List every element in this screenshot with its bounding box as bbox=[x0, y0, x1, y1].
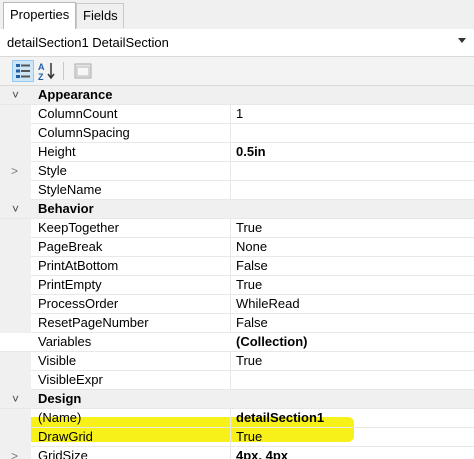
property-name: ColumnSpacing bbox=[38, 125, 130, 140]
property-value[interactable]: WhileRead bbox=[236, 295, 300, 314]
property-name: PrintEmpty bbox=[38, 277, 102, 292]
chevron-down-icon[interactable]: ˅ bbox=[12, 89, 19, 101]
toolbar-divider bbox=[63, 62, 64, 80]
property-name: VisibleExpr bbox=[38, 372, 103, 387]
category-label: Behavior bbox=[38, 201, 94, 216]
alphabetical-button[interactable]: A Z bbox=[36, 60, 58, 82]
property-row[interactable]: KeepTogether True bbox=[0, 219, 474, 238]
chevron-down-icon[interactable]: ˅ bbox=[12, 203, 19, 215]
property-toolbar: A Z bbox=[0, 57, 474, 86]
property-name: Height bbox=[38, 144, 76, 159]
property-name: ColumnCount bbox=[38, 106, 118, 121]
property-name: Visible bbox=[38, 353, 77, 368]
property-name: Variables bbox=[38, 334, 92, 349]
property-row[interactable]: Height 0.5in bbox=[0, 143, 474, 162]
property-row[interactable]: > Style bbox=[0, 162, 474, 181]
property-name: Style bbox=[38, 163, 67, 178]
property-value[interactable]: False bbox=[236, 257, 268, 276]
property-row[interactable]: ProcessOrder WhileRead bbox=[0, 295, 474, 314]
property-name: GridSize bbox=[38, 448, 88, 459]
chevron-right-icon[interactable]: > bbox=[11, 165, 18, 177]
property-row[interactable]: PrintEmpty True bbox=[0, 276, 474, 295]
property-name: ResetPageNumber bbox=[38, 315, 149, 330]
property-row-variables[interactable]: Variables (Collection) bbox=[0, 333, 474, 352]
property-row[interactable]: (Name) detailSection1 bbox=[0, 409, 474, 428]
property-row[interactable]: ColumnSpacing bbox=[0, 124, 474, 143]
property-row[interactable]: > GridSize 4px, 4px bbox=[0, 447, 474, 459]
property-value[interactable]: True bbox=[236, 276, 262, 295]
category-design[interactable]: ˅ Design bbox=[0, 390, 474, 409]
object-selector-dropdown[interactable]: detailSection1 DetailSection bbox=[0, 29, 474, 57]
svg-text:Z: Z bbox=[38, 72, 44, 82]
category-appearance[interactable]: ˅ Appearance bbox=[0, 86, 474, 105]
property-name: PrintAtBottom bbox=[38, 258, 119, 273]
property-row[interactable]: VisibleExpr bbox=[0, 371, 474, 390]
property-row[interactable]: PrintAtBottom False bbox=[0, 257, 474, 276]
property-name: KeepTogether bbox=[38, 220, 119, 235]
category-behavior[interactable]: ˅ Behavior bbox=[0, 200, 474, 219]
property-name: (Name) bbox=[38, 410, 82, 425]
property-name: StyleName bbox=[38, 182, 102, 197]
chevron-down-icon[interactable] bbox=[458, 38, 466, 43]
property-row[interactable]: ColumnCount 1 bbox=[0, 105, 474, 124]
property-row[interactable]: DrawGrid True bbox=[0, 428, 474, 447]
property-value[interactable]: 4px, 4px bbox=[236, 447, 288, 459]
category-label: Design bbox=[38, 391, 82, 406]
property-name: DrawGrid bbox=[38, 429, 93, 444]
property-value[interactable]: True bbox=[236, 219, 262, 238]
property-value[interactable]: 0.5in bbox=[236, 143, 266, 162]
property-name: ProcessOrder bbox=[38, 296, 119, 311]
property-grid: ˅ Appearance ColumnCount 1 ColumnSpacing … bbox=[0, 86, 474, 459]
sort-alphabetical-icon: A Z bbox=[38, 62, 55, 82]
property-row[interactable]: PageBreak None bbox=[0, 238, 474, 257]
categorized-icon bbox=[16, 64, 30, 78]
tab-fields[interactable]: Fields bbox=[76, 3, 124, 28]
tab-properties[interactable]: Properties bbox=[3, 2, 76, 29]
object-selector-value: detailSection1 DetailSection bbox=[7, 35, 169, 50]
property-row[interactable]: StyleName bbox=[0, 181, 474, 200]
svg-text:A: A bbox=[38, 62, 45, 72]
property-value[interactable]: None bbox=[236, 238, 267, 257]
categorized-button[interactable] bbox=[12, 60, 34, 82]
property-name: PageBreak bbox=[38, 239, 103, 254]
chevron-down-icon[interactable]: ˅ bbox=[12, 393, 19, 405]
property-value[interactable]: (Collection) bbox=[236, 333, 308, 352]
property-value[interactable]: False bbox=[236, 314, 268, 333]
property-value[interactable]: detailSection1 bbox=[236, 409, 324, 428]
category-label: Appearance bbox=[38, 87, 113, 102]
property-value[interactable]: True bbox=[236, 428, 262, 447]
property-row[interactable]: ResetPageNumber False bbox=[0, 314, 474, 333]
tab-bar: Properties Fields bbox=[0, 0, 474, 30]
property-value[interactable]: 1 bbox=[236, 105, 243, 124]
property-pages-button[interactable] bbox=[72, 60, 94, 82]
property-pages-icon bbox=[74, 63, 92, 79]
chevron-right-icon[interactable]: > bbox=[11, 450, 18, 459]
property-row[interactable]: Visible True bbox=[0, 352, 474, 371]
property-value[interactable]: True bbox=[236, 352, 262, 371]
